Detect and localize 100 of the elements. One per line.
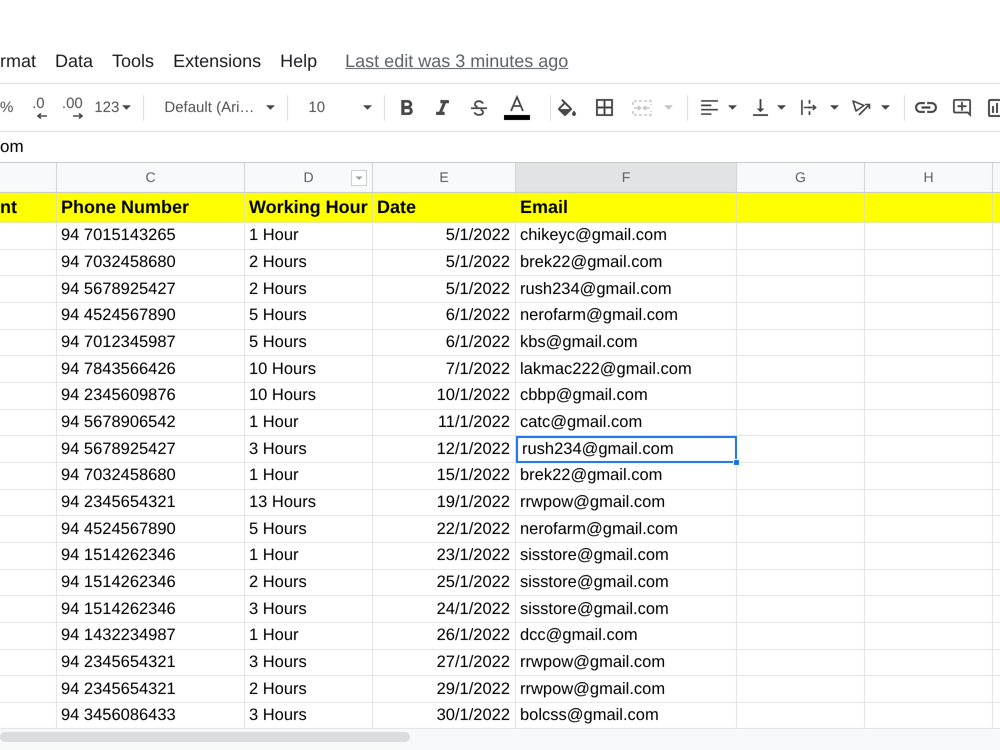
table-cell: 94 2345609876 — [57, 382, 245, 410]
table-cell — [0, 356, 57, 383]
vertical-align-bottom-icon[interactable] — [753, 99, 768, 116]
table-cell: 94 7032458680 — [57, 462, 245, 490]
number-format-button[interactable]: 123 — [94, 100, 132, 115]
scrollbar-thumb[interactable] — [0, 732, 410, 742]
strikethrough-icon[interactable] — [471, 100, 488, 116]
decrease-decimal-button[interactable]: .0 — [29, 96, 48, 119]
table-cell: 2 Hours — [245, 676, 373, 703]
caret-icon[interactable] — [830, 105, 840, 110]
table-cell: 94 1432234987 — [57, 622, 245, 650]
column-header[interactable]: G — [737, 163, 865, 192]
bold-icon[interactable] — [401, 100, 414, 115]
text-rotation-icon[interactable] — [852, 99, 872, 116]
table-cell — [0, 490, 57, 516]
horizontal-scrollbar[interactable] — [0, 729, 1000, 750]
caret-icon[interactable] — [363, 105, 372, 110]
column-header[interactable]: D — [245, 163, 373, 192]
table-cell — [0, 330, 57, 356]
table-cell — [0, 542, 57, 570]
table-cell: 10/1/2022 — [373, 382, 516, 410]
table-cell: 15/1/2022 — [373, 462, 516, 490]
italic-icon[interactable] — [436, 100, 450, 115]
table-cell: rrwpow@gmail.com — [516, 650, 737, 676]
table-cell: 94 4524567890 — [57, 302, 245, 330]
percent-format-button[interactable]: % — [0, 100, 14, 115]
table-cell — [0, 382, 57, 410]
table-cell: 3 Hours — [245, 596, 373, 623]
table-cell — [0, 516, 57, 543]
font-select[interactable]: Default (Ari… — [164, 100, 276, 115]
table-cell: brek22@gmail.com — [516, 462, 737, 490]
table-cell — [0, 570, 57, 596]
table-cell: rush234@gmail.com — [516, 276, 737, 303]
table-cell: rrwpow@gmail.com — [516, 676, 737, 703]
table-cell: 94 5678906542 — [57, 410, 245, 436]
column-header[interactable]: E — [373, 163, 516, 192]
table-cell: brek22@gmail.com — [516, 250, 737, 276]
caret-icon[interactable] — [881, 105, 890, 110]
table-cell: 24/1/2022 — [373, 596, 516, 623]
caret-icon[interactable] — [122, 105, 132, 110]
table-cell: 94 2345654321 — [57, 650, 245, 676]
table-cell: 94 5678925427 — [57, 436, 245, 463]
increase-decimal-button[interactable]: .00 — [61, 96, 84, 119]
table-cell: 23/1/2022 — [373, 542, 516, 570]
table-cell: 94 4524567890 — [57, 516, 245, 543]
table-cell: 27/1/2022 — [373, 650, 516, 676]
table-cell: 1 Hour — [245, 410, 373, 436]
table-cell — [0, 223, 57, 250]
table-cell: nerofarm@gmail.com — [516, 516, 737, 543]
right-arrow-icon — [73, 113, 84, 119]
table-cell: 94 7032458680 — [57, 250, 245, 276]
add-comment-icon[interactable] — [953, 98, 972, 116]
caret-icon[interactable] — [777, 105, 786, 110]
table-cell: 6/1/2022 — [373, 330, 516, 356]
table-cell: 1 Hour — [245, 462, 373, 490]
table-cell: 3 Hours — [245, 650, 373, 676]
table-cell: kbs@gmail.com — [516, 330, 737, 356]
table-cell: 2 Hours — [245, 276, 373, 303]
menu-item[interactable]: Extensions — [173, 48, 262, 75]
table-cell: 26/1/2022 — [373, 622, 516, 650]
table-cell: 19/1/2022 — [373, 490, 516, 516]
table-cell: sisstore@gmail.com — [516, 596, 737, 623]
table-cell: 94 7012345987 — [57, 330, 245, 356]
column-header[interactable]: C — [57, 163, 245, 192]
column-header[interactable]: H — [865, 163, 993, 192]
link-icon[interactable] — [915, 102, 938, 113]
last-edit-link[interactable]: Last edit was 3 minutes ago — [345, 48, 568, 75]
table-cell: 1 Hour — [245, 542, 373, 570]
table-cell: catc@gmail.com — [516, 410, 737, 436]
table-cell — [0, 302, 57, 330]
menu-item[interactable]: Data — [55, 48, 94, 75]
column-header[interactable]: F — [516, 163, 737, 192]
table-cell: 94 1514262346 — [57, 542, 245, 570]
text-wrap-icon[interactable] — [801, 99, 818, 116]
table-cell: 6/1/2022 — [373, 302, 516, 330]
table-cell — [0, 276, 57, 303]
font-size-select[interactable]: 10 — [308, 100, 372, 115]
fill-handle[interactable] — [733, 458, 740, 466]
header-cell: nt — [0, 193, 57, 223]
table-cell: 2 Hours — [245, 570, 373, 596]
borders-icon[interactable] — [596, 99, 614, 116]
caret-icon[interactable] — [266, 105, 276, 110]
table-cell: sisstore@gmail.com — [516, 570, 737, 596]
header-cell: Working Hour — [245, 193, 373, 223]
table-cell: 25/1/2022 — [373, 570, 516, 596]
table-cell: rush234@gmail.com — [516, 436, 737, 463]
table-cell: nerofarm@gmail.com — [516, 302, 737, 330]
caret-icon[interactable] — [728, 105, 738, 110]
table-cell: 5 Hours — [245, 302, 373, 330]
table-cell: 94 7015143265 — [57, 223, 245, 250]
table-cell: 3 Hours — [245, 436, 373, 463]
table-cell: cbbp@gmail.com — [516, 382, 737, 410]
menu-item[interactable]: rmat — [0, 48, 36, 75]
table-cell: 5/1/2022 — [373, 250, 516, 276]
menu-item[interactable]: Tools — [112, 48, 154, 75]
text-color-icon[interactable] — [504, 95, 530, 120]
align-left-icon[interactable] — [701, 100, 718, 115]
paint-bucket-icon[interactable] — [558, 99, 576, 116]
table-cell: 94 2345654321 — [57, 490, 245, 516]
menu-item[interactable]: Help — [280, 48, 318, 75]
